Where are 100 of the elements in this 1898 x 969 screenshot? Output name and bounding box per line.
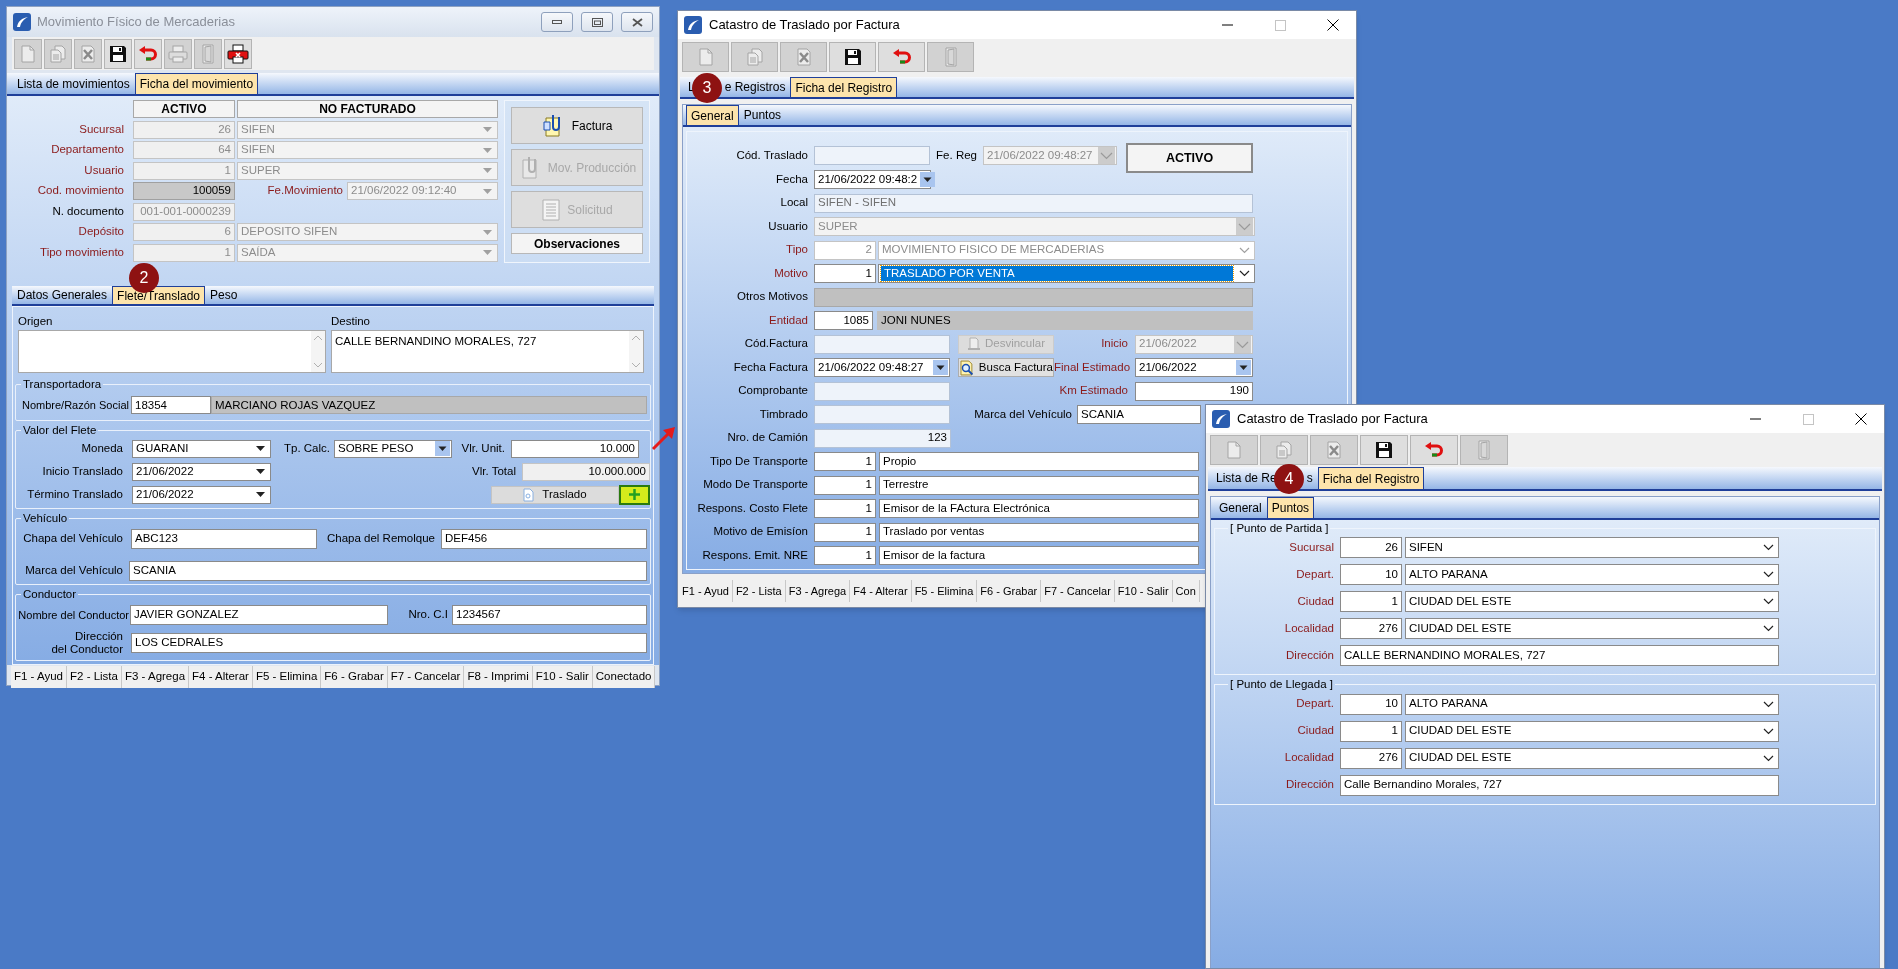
input-field[interactable]: Emisor de la factura <box>879 546 1199 565</box>
date-picker[interactable]: 21/06/2022 09:48:27 <box>814 358 950 377</box>
input-field[interactable]: 1 <box>814 264 876 283</box>
side-button[interactable]: Factura <box>511 107 643 144</box>
input-field[interactable]: 1 <box>814 475 876 495</box>
field-label: Moneda <box>80 440 123 456</box>
date-picker[interactable]: 21/06/2022 <box>132 485 271 504</box>
dropdown[interactable]: SIFEN <box>1405 537 1779 559</box>
input-field[interactable]: SCANIA <box>129 560 647 581</box>
input-field[interactable]: SIFEN - SIFEN <box>814 193 1253 213</box>
field-label: Tipo <box>785 242 808 258</box>
dropdown[interactable]: CIUDAD DEL ESTE <box>1405 591 1779 613</box>
input-field[interactable] <box>814 287 1253 307</box>
caret-icon <box>1763 544 1774 552</box>
dropdown[interactable]: TRASLADO POR VENTA <box>878 264 1255 283</box>
input-field[interactable] <box>814 405 950 424</box>
busca-factura-button[interactable]: Busca Factura <box>958 358 1054 377</box>
text-area[interactable] <box>18 330 326 373</box>
input-field[interactable]: Traslado por ventas <box>879 522 1199 542</box>
input-field[interactable]: 1 <box>1340 591 1402 613</box>
input-field[interactable]: SCANIA <box>1077 405 1201 424</box>
input-field[interactable]: LOS CEDRALES <box>131 633 647 653</box>
tab[interactable]: Ficha del Registro <box>1317 467 1425 489</box>
input-field[interactable]: 18354 <box>131 396 211 415</box>
input-field[interactable]: 1 <box>814 522 876 542</box>
input-field[interactable]: 276 <box>1340 747 1402 769</box>
input-field[interactable]: Terrestre <box>879 475 1199 495</box>
input-field[interactable]: 100059 <box>133 182 235 200</box>
tab[interactable]: Ficha del Registro <box>790 77 898 97</box>
input-field[interactable]: Calle Bernandino Morales, 727 <box>1340 774 1779 796</box>
dropdown[interactable]: ALTO PARANA <box>1405 693 1779 715</box>
tab[interactable]: Lista de movimientos <box>12 73 135 94</box>
dropdown[interactable]: CIUDAD DEL ESTE <box>1405 618 1779 640</box>
input-field[interactable]: Propio <box>879 452 1199 471</box>
dropdown[interactable]: GUARANI <box>132 439 271 458</box>
input-field[interactable]: 1085 <box>814 311 873 330</box>
tab[interactable]: General <box>686 105 739 125</box>
toolbar-button[interactable] <box>104 38 132 69</box>
input-field[interactable]: 26 <box>1340 537 1402 559</box>
input-field[interactable]: CALLE BERNANDINO MORALES, 727 <box>1340 645 1779 667</box>
input-field[interactable]: DEF456 <box>441 528 647 549</box>
tab[interactable]: Datos Generales <box>12 286 113 304</box>
date-picker[interactable]: 21/06/2022 <box>132 462 271 481</box>
app-icon <box>684 16 702 34</box>
input-field[interactable]: ABC123 <box>131 528 317 549</box>
tab[interactable]: Flete/Translado <box>112 286 205 304</box>
field-label: Nro. de Camión <box>726 430 808 446</box>
input-field[interactable] <box>814 334 950 354</box>
caret-icon <box>256 446 265 451</box>
maximize-icon <box>1274 19 1286 31</box>
input-field[interactable]: 10.000.000 <box>522 462 650 481</box>
status-label: NO FACTURADO <box>237 100 498 118</box>
toolbar-button[interactable] <box>224 38 252 69</box>
dropdown[interactable]: ALTO PARANA <box>1405 564 1779 586</box>
add-button[interactable] <box>619 484 650 505</box>
minimize-button[interactable] <box>541 12 573 32</box>
input-field[interactable]: 10 <box>1340 564 1402 586</box>
group-label: [ Punto de Llegada ] <box>1229 677 1334 693</box>
input-field[interactable]: 123 <box>814 428 951 448</box>
input-field[interactable]: 1 <box>814 546 876 565</box>
input-field[interactable]: JAVIER GONZALEZ <box>130 605 388 625</box>
field-label: Dirección <box>1285 648 1334 664</box>
traslado-button[interactable]: Traslado <box>491 485 619 504</box>
input-field[interactable]: 10 <box>1340 693 1402 715</box>
status-label: ACTIVO <box>1126 143 1253 173</box>
close-button[interactable] <box>621 12 653 32</box>
input-field[interactable]: 1 <box>814 452 876 471</box>
input-field[interactable]: 276 <box>1340 618 1402 640</box>
text-area[interactable]: CALLE BERNANDINO MORALES, 727 <box>331 330 644 373</box>
input-field[interactable]: 190 <box>1135 381 1253 401</box>
input-field[interactable]: 1 <box>1340 720 1402 742</box>
dropdown[interactable]: CIUDAD DEL ESTE <box>1405 747 1779 769</box>
field-label: Respons. Emit. NRE <box>701 547 808 563</box>
status-cell: F5 - Elimina <box>252 666 322 688</box>
input-field[interactable]: Emisor de la FActura Electrónica <box>879 499 1199 518</box>
field-label: Tipo De Transporte <box>709 453 808 469</box>
field-label: Inicio <box>1100 336 1128 352</box>
maximize-icon <box>1802 413 1814 425</box>
restore-icon <box>591 17 603 27</box>
toolbar-button[interactable] <box>1360 435 1408 465</box>
input-field[interactable]: 1234567 <box>452 605 647 625</box>
input-field[interactable]: 10.000 <box>511 439 639 458</box>
restore-button[interactable] <box>581 12 613 32</box>
input-field[interactable]: MARCIANO ROJAS VAZQUEZ <box>211 396 647 415</box>
tab[interactable]: General <box>1214 497 1267 518</box>
input-field[interactable]: JONI NUNES <box>877 311 1253 330</box>
input-field[interactable]: 1 <box>814 499 876 518</box>
field-label: Otros Motivos <box>736 289 808 305</box>
dropdown[interactable]: CIUDAD DEL ESTE <box>1405 720 1779 742</box>
tab[interactable]: Peso <box>205 286 243 304</box>
dropdown[interactable]: SOBRE PESO <box>334 439 452 458</box>
tab[interactable]: Puntos <box>738 105 787 125</box>
tab[interactable]: Ficha del movimiento <box>134 73 259 94</box>
input-field[interactable] <box>814 146 930 165</box>
input-field[interactable] <box>814 381 950 401</box>
caret-icon <box>1763 625 1774 633</box>
date-picker[interactable]: 21/06/2022 <box>1135 358 1253 377</box>
tab[interactable]: Puntos <box>1266 497 1315 518</box>
side-button[interactable]: Observaciones <box>511 233 643 254</box>
toolbar-button[interactable] <box>829 41 876 72</box>
